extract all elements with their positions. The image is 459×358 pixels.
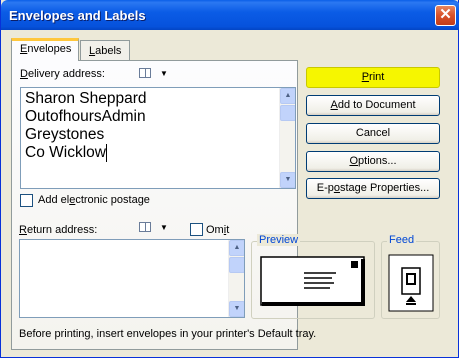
preview-group: Preview	[251, 234, 375, 319]
scroll-thumb[interactable]	[280, 105, 295, 121]
add-label: dd to Document	[337, 99, 416, 111]
postage-text-pre: Add el	[38, 194, 70, 206]
dialog-title: Envelopes and Labels	[9, 8, 146, 23]
return-address-book-icon[interactable]	[139, 222, 151, 232]
electronic-postage-label: Add electronic postage	[38, 194, 150, 206]
options-label: ptions...	[358, 155, 397, 167]
options-button[interactable]: Options...	[306, 151, 440, 172]
omit-text-post: t	[226, 224, 230, 236]
envelopes-dialog: Envelopes and Labels ✕ Labels Envelopes …	[0, 0, 459, 358]
tab-envelopes[interactable]: Envelopes	[11, 38, 79, 61]
delivery-address-field[interactable]: Sharon Sheppard OutofhoursAdmin Greyston…	[20, 87, 296, 189]
omit-text-pre: Om	[206, 224, 224, 236]
print-accesskey: P	[361, 71, 370, 83]
scroll-thumb[interactable]	[229, 257, 244, 273]
delivery-address-text-lines: Sharon Sheppard OutofhoursAdmin Greyston…	[25, 90, 147, 162]
scroll-up-icon[interactable]: ▲	[229, 240, 244, 256]
delivery-line-2: OutofhoursAdmin	[25, 108, 146, 125]
close-button[interactable]: ✕	[435, 5, 456, 26]
delivery-line-3: Greystones	[25, 126, 105, 143]
envelope-preview-icon[interactable]	[260, 256, 367, 308]
delivery-address-book-dropdown-icon[interactable]: ▼	[160, 69, 168, 78]
print-label: rint	[369, 71, 385, 83]
electronic-postage-checkbox[interactable]	[20, 194, 33, 207]
delivery-scrollbar[interactable]: ▲ ▼	[279, 88, 295, 188]
delivery-address-accesskey: D	[20, 68, 28, 80]
options-accesskey: O	[349, 155, 359, 167]
return-address-field[interactable]: ▲ ▼	[19, 239, 245, 318]
feed-title: Feed	[387, 234, 417, 246]
return-scrollbar[interactable]: ▲ ▼	[228, 240, 244, 317]
preview-title: Preview	[257, 234, 301, 246]
add-accesskey: A	[330, 99, 338, 111]
delivery-address-label: Delivery address:	[20, 68, 105, 80]
delivery-line-4: Co Wicklow	[25, 144, 107, 162]
title-bar[interactable]: Envelopes and Labels ✕	[1, 0, 459, 30]
tab-labels-text: abels	[95, 45, 122, 57]
delivery-line-1: Sharon Sheppard	[25, 90, 147, 107]
return-address-label: Return address:	[19, 224, 97, 236]
cancel-button[interactable]: Cancel	[306, 123, 440, 144]
dialog-body: Labels Envelopes Delivery address: ▼ Sha…	[1, 30, 459, 358]
return-address-text: eturn address:	[26, 224, 98, 236]
delivery-address-book-icon[interactable]	[139, 68, 151, 78]
add-to-document-button[interactable]: Add to Document	[306, 95, 440, 116]
scroll-up-icon[interactable]: ▲	[280, 88, 295, 104]
tab-envelopes-text: nvelopes	[27, 43, 72, 55]
scroll-down-icon[interactable]: ▼	[229, 301, 244, 317]
scroll-down-icon[interactable]: ▼	[280, 172, 295, 188]
omit-checkbox[interactable]	[190, 223, 203, 236]
footer-hint: Before printing, insert envelopes in you…	[19, 328, 317, 340]
postage-text-post: ctronic postage	[75, 194, 150, 206]
tab-labels[interactable]: Labels	[80, 40, 130, 62]
omit-label: Omit	[206, 224, 229, 236]
feed-method-icon[interactable]	[388, 254, 434, 312]
delivery-address-text: elivery address:	[27, 68, 105, 80]
epostage-text-pre: E-p	[316, 182, 334, 194]
return-address-book-dropdown-icon[interactable]: ▼	[160, 223, 168, 232]
epostage-text-post: stage Properties...	[339, 182, 430, 194]
print-button[interactable]: Print	[306, 67, 440, 88]
return-address-accesskey: R	[19, 224, 27, 236]
e-postage-properties-button[interactable]: E-postage Properties...	[306, 178, 440, 199]
feed-group: Feed	[381, 234, 440, 319]
